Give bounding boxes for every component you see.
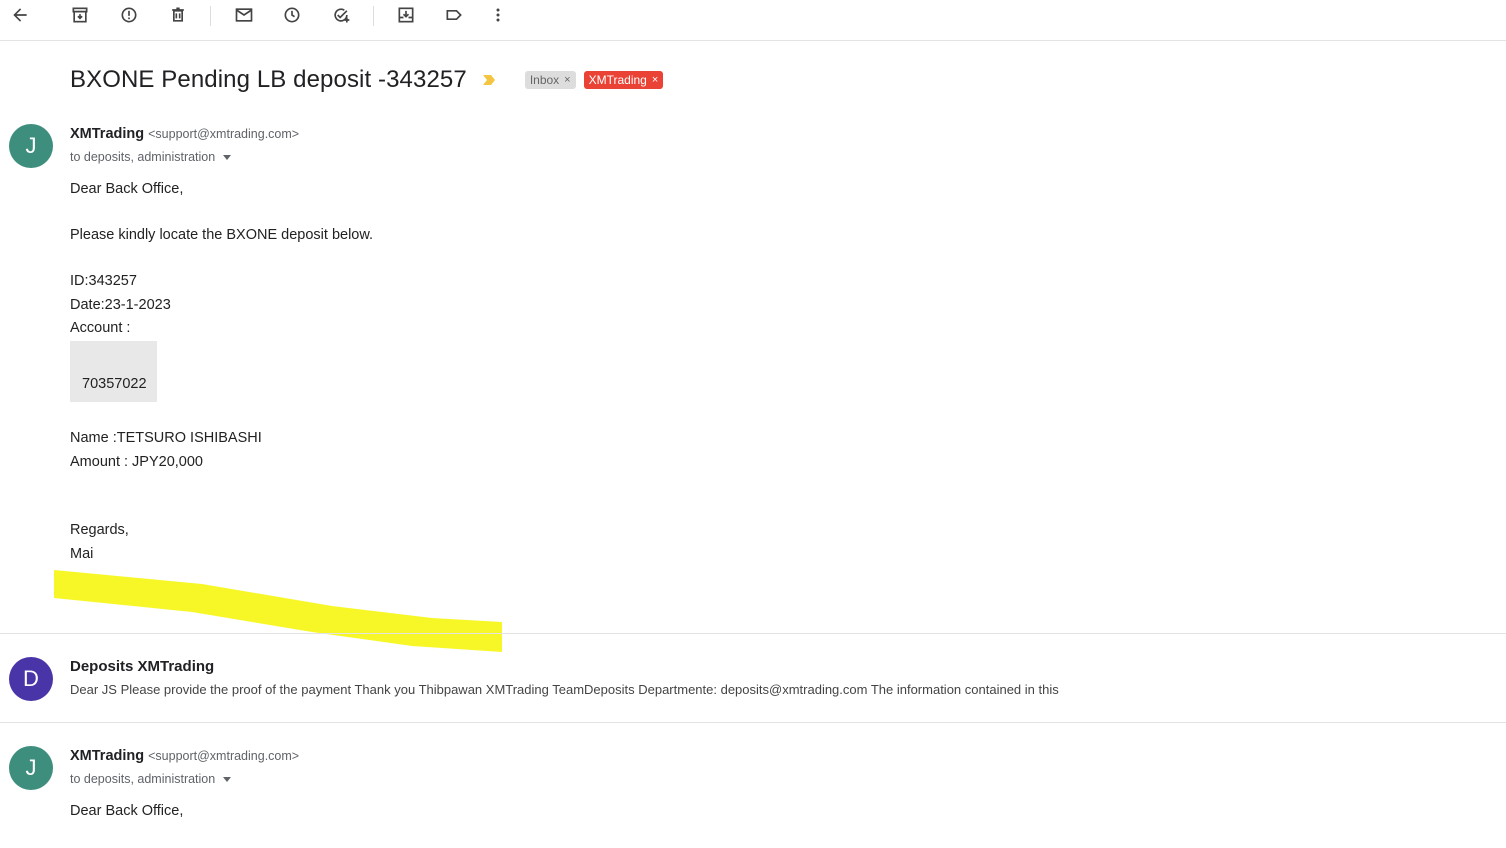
sender-name[interactable]: XMTrading: [70, 126, 144, 142]
recipients-line: to deposits, administration: [70, 772, 232, 786]
avatar-letter: D: [23, 666, 39, 691]
message-divider: [0, 722, 1506, 723]
avatar[interactable]: J: [9, 746, 53, 790]
show-details-icon[interactable]: [223, 776, 232, 782]
delete-icon[interactable]: [163, 3, 193, 27]
message-intro: Please kindly locate the BXONE deposit b…: [70, 227, 374, 243]
sender-email: <support@xmtrading.com>: [148, 749, 300, 763]
show-details-icon[interactable]: [223, 154, 232, 160]
message-signature: Mai: [70, 546, 94, 562]
deposit-date: Date:23-1-2023: [70, 297, 171, 313]
thread-subject-row: BXONE Pending LB deposit -343257 Inbox ×…: [70, 64, 664, 96]
message-toolbar: [0, 0, 1506, 41]
label-chip-inbox[interactable]: Inbox ×: [524, 71, 576, 89]
avatar-letter: J: [25, 755, 37, 780]
avatar-letter: J: [25, 133, 37, 158]
message-greeting: Dear Back Office,: [70, 181, 184, 197]
avatar[interactable]: D: [9, 657, 53, 701]
back-arrow-icon[interactable]: [5, 3, 35, 27]
mark-unread-icon[interactable]: [229, 3, 259, 27]
message-snippet[interactable]: Dear JS Please provide the proof of the …: [70, 682, 1059, 697]
message-closing: Regards,: [70, 522, 129, 538]
sender-line: XMTrading <support@xmtrading.com>: [70, 748, 299, 764]
sender-email: <support@xmtrading.com>: [148, 127, 300, 141]
avatar[interactable]: J: [9, 124, 53, 168]
message-greeting: Dear Back Office,: [70, 803, 184, 819]
remove-label-icon[interactable]: ×: [652, 74, 658, 86]
deposit-amount: Amount : JPY20,000: [70, 454, 203, 470]
recipients-line: to deposits, administration: [70, 150, 232, 164]
toolbar-divider: [373, 6, 374, 26]
archive-icon[interactable]: [65, 3, 95, 27]
recipients-text: to deposits, administration: [70, 150, 216, 164]
label-chip-text: XMTrading: [588, 73, 647, 87]
highlighter-mark: [54, 570, 502, 652]
move-to-icon[interactable]: [391, 3, 421, 27]
message-divider: [0, 633, 1506, 634]
report-spam-icon[interactable]: [114, 3, 144, 27]
label-chip-xmtrading[interactable]: XMTrading ×: [583, 71, 664, 89]
recipients-text: to deposits, administration: [70, 772, 216, 786]
account-number-box: 70357022: [70, 341, 157, 402]
sender-line: XMTrading <support@xmtrading.com>: [70, 126, 299, 142]
importance-marker-icon[interactable]: [481, 72, 497, 88]
account-number: 70357022: [82, 376, 147, 392]
label-chip-text: Inbox: [529, 73, 560, 87]
remove-label-icon[interactable]: ×: [564, 74, 570, 86]
snooze-icon[interactable]: [277, 3, 307, 27]
deposit-id: ID:343257: [70, 273, 137, 289]
add-task-icon[interactable]: [326, 3, 356, 27]
account-label: Account :: [70, 320, 131, 336]
depositor-name: Name :TETSURO ISHIBASHI: [70, 430, 262, 446]
thread-subject: BXONE Pending LB deposit -343257: [70, 66, 467, 93]
toolbar-divider: [210, 6, 211, 26]
more-vert-icon[interactable]: [483, 3, 513, 27]
sender-name[interactable]: Deposits XMTrading: [70, 658, 214, 675]
label-icon[interactable]: [439, 3, 469, 27]
sender-name[interactable]: XMTrading: [70, 748, 144, 764]
